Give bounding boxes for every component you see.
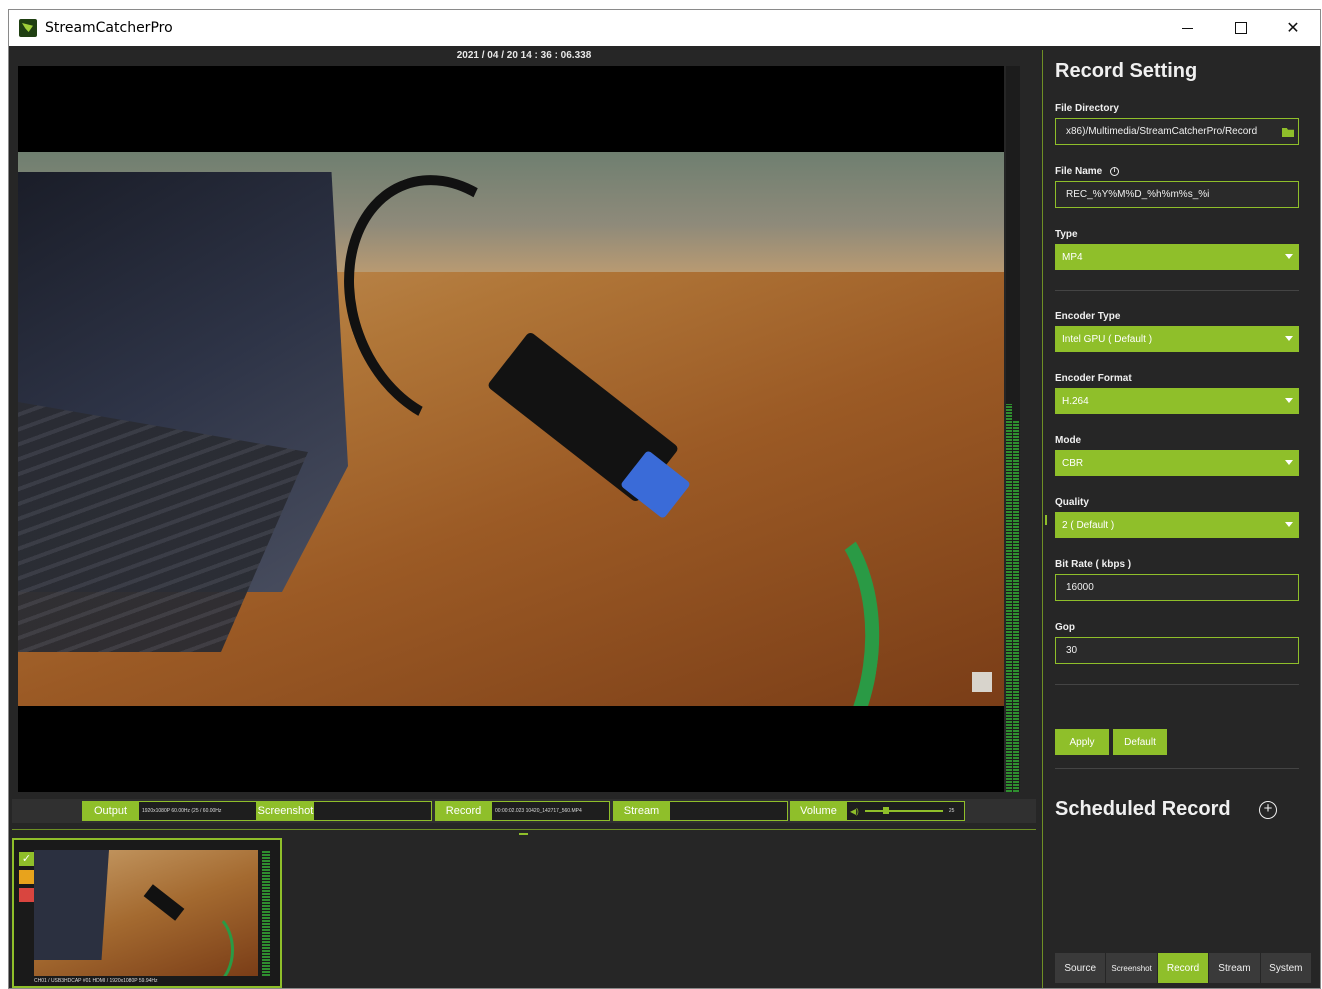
encoder-type-label: Encoder Type: [1055, 311, 1121, 322]
minimize-button[interactable]: [1164, 10, 1210, 46]
type-dropdown[interactable]: MP4: [1055, 244, 1299, 270]
thumbnail-audio-meter: [262, 850, 270, 976]
record-button[interactable]: Record: [435, 801, 492, 821]
chevron-down-icon: [1285, 522, 1293, 527]
volume-button[interactable]: Volume: [790, 801, 847, 821]
mode-value: CBR: [1062, 457, 1084, 469]
apply-button[interactable]: Apply: [1055, 729, 1109, 755]
add-schedule-icon[interactable]: +: [1259, 801, 1277, 819]
section-divider: [1055, 290, 1299, 291]
control-bar: Output 1920x1080P 60.00Hz (25 / 60.00Hz …: [12, 799, 1036, 823]
output-button[interactable]: Output: [82, 801, 139, 821]
record-group: Record 00:00:02.023 10420_142717_560.MP4: [435, 801, 610, 821]
quality-label: Quality: [1055, 497, 1089, 508]
thumb-scene-cable: [174, 910, 234, 976]
encoder-format-dropdown[interactable]: H.264: [1055, 388, 1299, 414]
screenshot-info: [314, 801, 432, 821]
file-name-field[interactable]: REC_%Y%M%D_%h%m%s_%i: [1055, 181, 1299, 208]
file-name-label-row: File Name i: [1055, 166, 1120, 177]
screenshot-group: Screenshot: [257, 801, 432, 821]
gop-label: Gop: [1055, 622, 1075, 633]
file-directory-value: x86)/Multimedia/StreamCatcherPro/Record: [1066, 126, 1258, 137]
scheduled-record-title: Scheduled Record: [1055, 798, 1231, 820]
file-directory-field[interactable]: x86)/Multimedia/StreamCatcherPro/Record: [1055, 118, 1299, 145]
tab-system[interactable]: System: [1260, 953, 1312, 983]
app-logo-icon: [19, 19, 37, 37]
volume-value: 25: [948, 808, 955, 814]
stream-button[interactable]: Stream: [613, 801, 670, 821]
thumb-scene-adapter: [143, 884, 185, 921]
default-button[interactable]: Default: [1113, 729, 1167, 755]
bitrate-label: Bit Rate ( kbps ): [1055, 559, 1132, 570]
tab-stream[interactable]: Stream: [1209, 953, 1260, 983]
encoder-type-value: Intel GPU ( Default ): [1062, 333, 1153, 345]
chevron-down-icon: [1285, 460, 1293, 465]
info-icon[interactable]: i: [1110, 166, 1120, 176]
screenshot-button[interactable]: Screenshot: [257, 801, 314, 821]
chevron-down-icon: [1285, 254, 1293, 259]
volume-slider-handle[interactable]: [882, 807, 889, 814]
section-divider: [1055, 768, 1299, 769]
status-yellow-indicator[interactable]: [19, 870, 34, 884]
volume-control: ◀) 25: [847, 801, 965, 821]
audio-meter-right: [1013, 420, 1019, 792]
tab-record[interactable]: Record: [1157, 953, 1209, 983]
section-divider: [1055, 684, 1299, 685]
file-directory-label: File Directory: [1055, 103, 1119, 114]
minimize-icon: [1181, 27, 1193, 29]
panel-separator: [1042, 50, 1043, 988]
maximize-button[interactable]: [1218, 10, 1264, 46]
app-title: StreamCatcherPro: [45, 20, 173, 36]
maximize-icon: [1235, 22, 1247, 34]
encoder-format-value: H.264: [1062, 395, 1089, 407]
quality-dropdown[interactable]: 2 ( Default ): [1055, 512, 1299, 538]
collapse-handle[interactable]: [519, 833, 528, 835]
channel-thumbnail[interactable]: ✓ CH01 / USB3HDCAP #01 HDMI / 1920x1080P…: [12, 838, 282, 988]
bitrate-field[interactable]: 16000: [1055, 574, 1299, 601]
mode-dropdown[interactable]: CBR: [1055, 450, 1299, 476]
status-red-indicator[interactable]: [19, 888, 34, 902]
chevron-down-icon: [1285, 336, 1293, 341]
video-frame: [18, 152, 1004, 706]
preview-divider: [12, 829, 1036, 830]
speaker-icon[interactable]: ◀): [850, 807, 859, 816]
check-icon[interactable]: ✓: [19, 852, 34, 866]
output-info: 1920x1080P 60.00Hz (25 / 60.00Hz: [139, 801, 257, 821]
record-info: 00:00:02.023 10420_142717_560.MP4: [492, 801, 610, 821]
audio-level-meter: [1006, 66, 1020, 792]
audio-meter-left: [1006, 404, 1012, 792]
app-window: StreamCatcherPro ✕ 2021 / 04 / 20 14 : 3…: [8, 9, 1321, 989]
thumbnail-caption: CH01 / USB3HDCAP #01 HDMI / 1920x1080P 5…: [34, 978, 158, 984]
panel-title: Record Setting: [1055, 60, 1198, 82]
watermark-icon: [972, 672, 992, 692]
gop-field[interactable]: 30: [1055, 637, 1299, 664]
thumb-scene-laptop: [34, 850, 109, 960]
folder-icon[interactable]: [1282, 128, 1294, 137]
video-preview[interactable]: [18, 66, 1004, 792]
volume-slider[interactable]: [864, 807, 943, 814]
record-setting-panel: Record Setting File Directory x86)/Multi…: [1055, 50, 1310, 988]
type-value: MP4: [1062, 251, 1083, 263]
tab-screenshot[interactable]: Screenshot: [1106, 953, 1157, 983]
quality-value: 2 ( Default ): [1062, 519, 1115, 531]
panel-resize-marker[interactable]: [1045, 515, 1047, 525]
scene-ethernet-cable: [636, 478, 900, 706]
output-group: Output 1920x1080P 60.00Hz (25 / 60.00Hz: [82, 801, 257, 821]
stream-group: Stream: [613, 801, 788, 821]
type-label: Type: [1055, 229, 1078, 240]
encoder-format-label: Encoder Format: [1055, 373, 1132, 384]
encoder-type-dropdown[interactable]: Intel GPU ( Default ): [1055, 326, 1299, 352]
volume-group: Volume ◀) 25: [790, 801, 965, 821]
tab-source[interactable]: Source: [1055, 953, 1106, 983]
chevron-down-icon: [1285, 398, 1293, 403]
close-button[interactable]: ✕: [1270, 10, 1316, 46]
mode-label: Mode: [1055, 435, 1082, 446]
thumbnail-image: [34, 850, 258, 976]
preview-timestamp: 2021 / 04 / 20 14 : 36 : 06.338: [456, 50, 592, 61]
title-bar: StreamCatcherPro ✕: [9, 10, 1320, 46]
file-name-label: File Name: [1055, 166, 1103, 177]
bottom-tabs: Source Screenshot Record Stream System: [1055, 953, 1312, 983]
close-icon: ✕: [1286, 20, 1300, 37]
stream-info: [670, 801, 788, 821]
